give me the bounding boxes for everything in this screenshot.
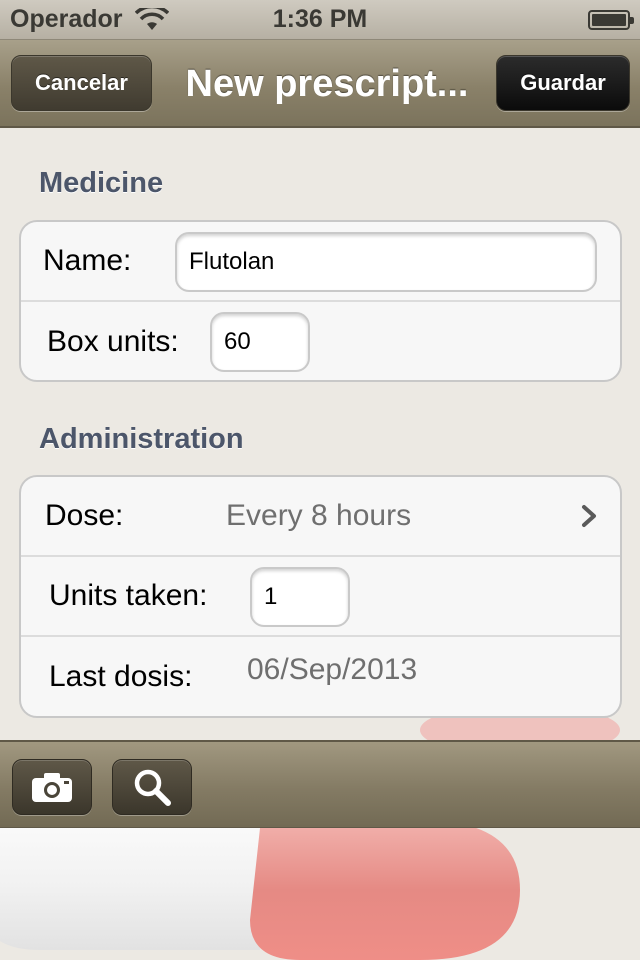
cancel-button[interactable]: Cancelar [11, 55, 152, 111]
units-taken-row: Units taken: 1 [21, 557, 620, 637]
chevron-right-icon [582, 505, 596, 527]
name-input[interactable]: Flutolan [175, 232, 597, 292]
box-units-label: Box units: [47, 325, 179, 358]
carrier-label: Operador [10, 5, 123, 33]
battery-fill [592, 13, 626, 26]
box-units-row: Box units: 60 [21, 302, 620, 380]
wifi-icon [134, 7, 169, 30]
dose-value: Every 8 hours [226, 499, 412, 532]
dose-row[interactable]: Dose: Every 8 hours [21, 477, 620, 557]
dose-label: Dose: [45, 499, 124, 532]
save-button[interactable]: Guardar [496, 55, 630, 111]
camera-button[interactable] [12, 759, 92, 815]
section-header-administration: Administration [39, 423, 244, 455]
form-content: Medicine Name: Flutolan Box units: 60 Ad… [0, 130, 640, 740]
box-units-input[interactable]: 60 [210, 312, 310, 372]
administration-group: Dose: Every 8 hours Units taken: 1 Last … [19, 475, 622, 718]
status-left: Operador [10, 5, 169, 34]
bottom-toolbar [0, 740, 640, 828]
page-title: New prescript... [185, 62, 469, 105]
navigation-bar: Cancelar New prescript... Guardar [0, 40, 640, 128]
units-taken-label: Units taken: [49, 579, 208, 612]
units-taken-input[interactable]: 1 [250, 567, 350, 627]
search-icon [134, 769, 171, 806]
status-bar: Operador 1:36 PM [0, 0, 640, 40]
battery-icon [588, 9, 634, 30]
name-label: Name: [43, 244, 132, 277]
search-button[interactable] [112, 759, 192, 815]
last-dosis-row: Last dosis: 06/Sep/2013 [21, 637, 620, 716]
section-header-medicine: Medicine [39, 167, 164, 199]
last-dosis-label: Last dosis: [49, 659, 193, 693]
medicine-group: Name: Flutolan Box units: 60 [19, 220, 622, 382]
camera-icon [32, 773, 72, 802]
name-row: Name: Flutolan [21, 222, 620, 302]
last-dosis-value: 06/Sep/2013 [247, 653, 418, 686]
